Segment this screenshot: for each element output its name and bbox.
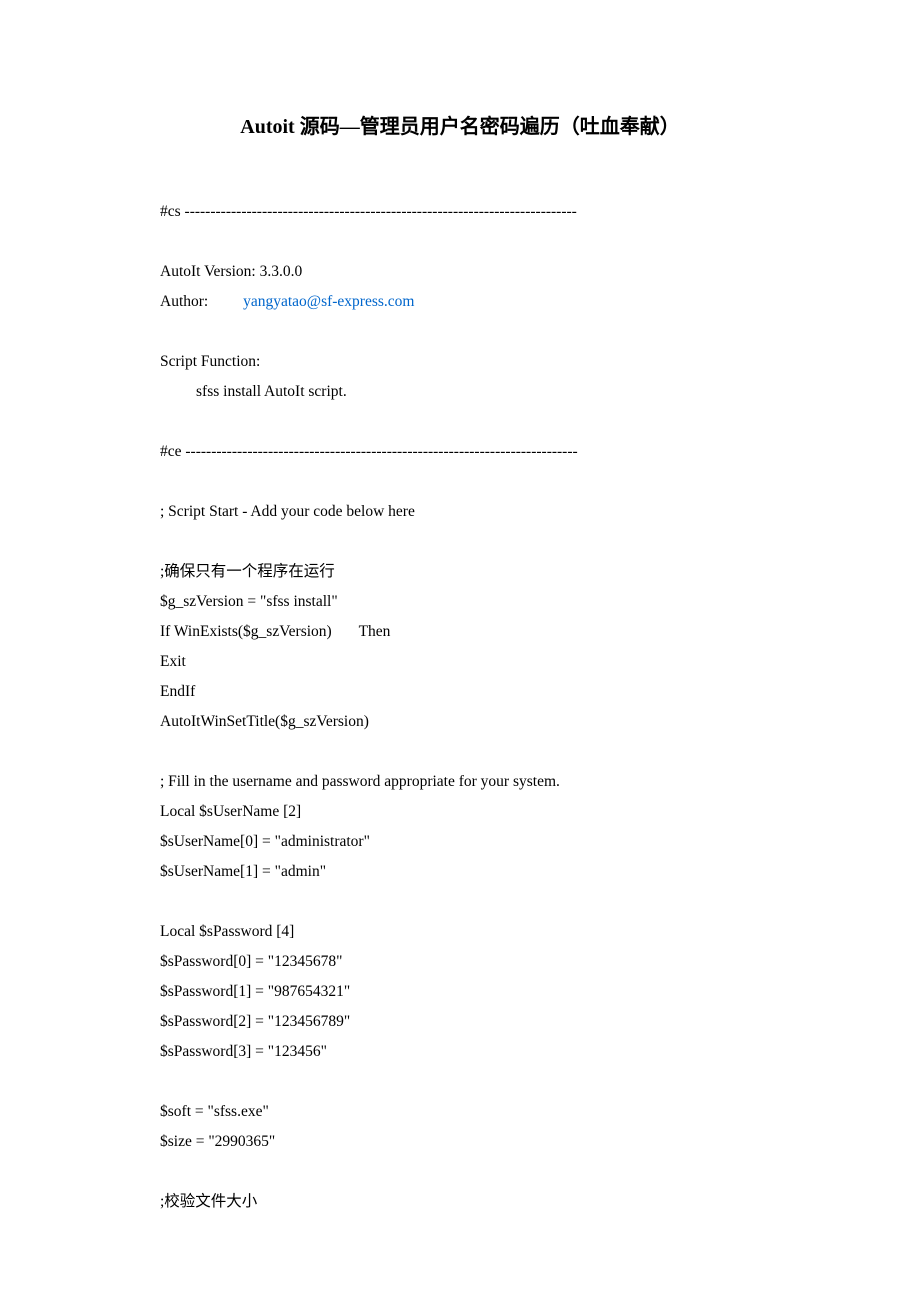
code-line: $sPassword[1] = "987654321" bbox=[160, 977, 760, 1007]
blank-line bbox=[160, 527, 760, 557]
code-line: ;确保只有一个程序在运行 bbox=[160, 557, 760, 587]
code-line: EndIf bbox=[160, 677, 760, 707]
code-line: Script Function: bbox=[160, 347, 760, 377]
code-line: Local $sUserName [2] bbox=[160, 797, 760, 827]
code-line: Local $sPassword [4] bbox=[160, 917, 760, 947]
code-line: $sUserName[1] = "admin" bbox=[160, 857, 760, 887]
code-line: sfss install AutoIt script. bbox=[160, 377, 760, 407]
code-line: $sPassword[0] = "12345678" bbox=[160, 947, 760, 977]
blank-line bbox=[160, 317, 760, 347]
blank-line bbox=[160, 1157, 760, 1187]
author-email-link[interactable]: yangyatao@sf-express.com bbox=[243, 293, 414, 310]
code-line: $size = "2990365" bbox=[160, 1127, 760, 1157]
code-line: ;校验文件大小 bbox=[160, 1187, 760, 1217]
code-line: If WinExists($g_szVersion) Then bbox=[160, 617, 760, 647]
page-title: Autoit 源码—管理员用户名密码遍历（吐血奉献） bbox=[160, 110, 760, 139]
code-line: AutoItWinSetTitle($g_szVersion) bbox=[160, 707, 760, 737]
code-line: $sUserName[0] = "administrator" bbox=[160, 827, 760, 857]
code-line: ; Script Start - Add your code below her… bbox=[160, 497, 760, 527]
blank-line bbox=[160, 407, 760, 437]
code-line: $soft = "sfss.exe" bbox=[160, 1097, 760, 1127]
author-label: Author: bbox=[160, 293, 243, 310]
blank-line bbox=[160, 887, 760, 917]
code-line: $sPassword[3] = "123456" bbox=[160, 1037, 760, 1067]
code-line: Exit bbox=[160, 647, 760, 677]
blank-line bbox=[160, 1067, 760, 1097]
blank-line bbox=[160, 227, 760, 257]
code-line: $sPassword[2] = "123456789" bbox=[160, 1007, 760, 1037]
code-line: Author: yangyatao@sf-express.com bbox=[160, 287, 760, 317]
code-line: $g_szVersion = "sfss install" bbox=[160, 587, 760, 617]
code-line: #ce ------------------------------------… bbox=[160, 437, 760, 467]
code-line: ; Fill in the username and password appr… bbox=[160, 767, 760, 797]
blank-line bbox=[160, 467, 760, 497]
blank-line bbox=[160, 737, 760, 767]
code-line: #cs ------------------------------------… bbox=[160, 197, 760, 227]
code-line: AutoIt Version: 3.3.0.0 bbox=[160, 257, 760, 287]
